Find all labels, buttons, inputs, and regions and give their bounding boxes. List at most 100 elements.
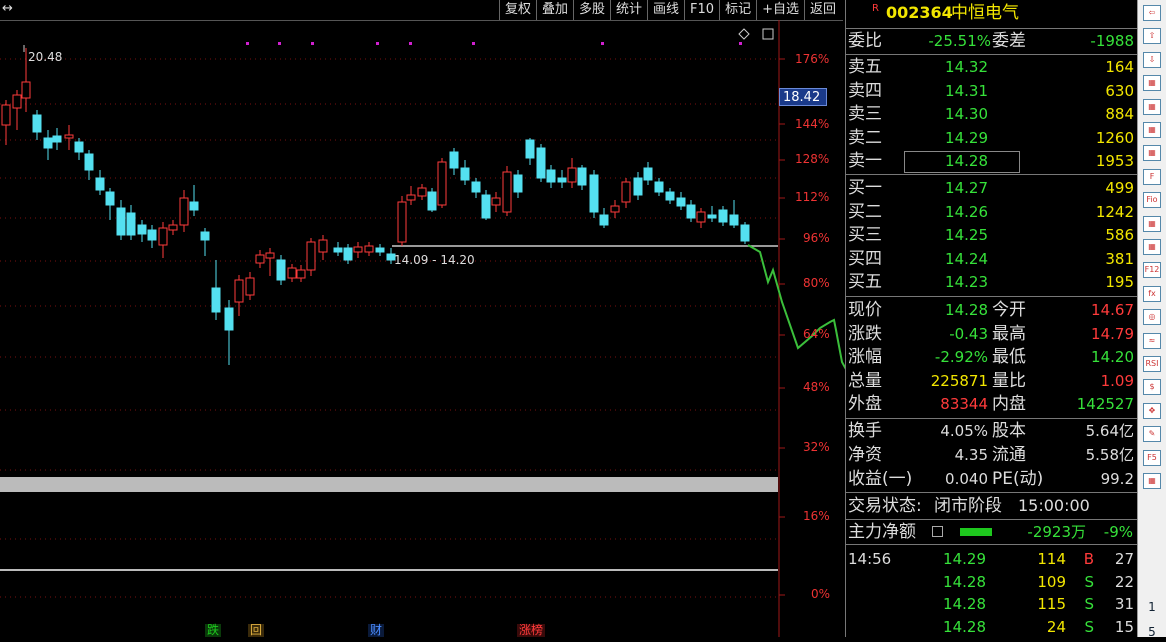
candle-icon[interactable]: ▦ bbox=[1141, 142, 1163, 162]
mark-button[interactable]: 标记 bbox=[719, 0, 756, 20]
move-icon[interactable]: ✥ bbox=[1141, 400, 1163, 420]
candle-down bbox=[740, 224, 750, 242]
stock-code: 002364 bbox=[886, 3, 953, 22]
stats-row: 外盘 83344 内盘 142527 bbox=[846, 393, 1138, 415]
stat-value: 14.28 bbox=[945, 301, 988, 319]
event-tag-back[interactable]: 回 bbox=[248, 624, 265, 637]
draw-line-button[interactable]: 画线 bbox=[647, 0, 684, 20]
event-tag-rise-list[interactable]: 涨榜 bbox=[517, 624, 546, 637]
status-label: 交易状态: bbox=[848, 496, 922, 516]
buy-level-volume: 499 bbox=[1105, 179, 1134, 197]
rsi-icon[interactable]: RSI bbox=[1141, 353, 1163, 373]
overlay-button[interactable]: 叠加 bbox=[535, 0, 573, 20]
formula-icon[interactable]: fx bbox=[1141, 283, 1163, 303]
stat-label: 现价 bbox=[848, 300, 882, 320]
f10-button[interactable]: F10 bbox=[684, 0, 719, 20]
flow-detail-icon[interactable] bbox=[932, 526, 943, 537]
candle-up bbox=[437, 161, 447, 206]
event-tag-finance[interactable]: 财 bbox=[368, 624, 385, 637]
candle-down bbox=[74, 141, 84, 153]
buy-level-label: 买五 bbox=[848, 272, 882, 293]
statistics-button[interactable]: 统计 bbox=[610, 0, 647, 20]
stats-row: 现价 14.28 今开 14.67 bbox=[846, 299, 1138, 321]
chart-toolbar-buttons: 复权 叠加 多股 统计 画线 F10 标记 +自选 返回 bbox=[498, 0, 841, 20]
f10-doc-icon[interactable]: F bbox=[1141, 166, 1163, 186]
arrow-down-icon[interactable]: ⇩ bbox=[1141, 49, 1163, 69]
f12-icon[interactable]: F12 bbox=[1141, 259, 1163, 279]
line-chart-icon[interactable]: ▦ bbox=[1141, 119, 1163, 139]
candle-up bbox=[158, 227, 168, 246]
target-icon[interactable]: ◎ bbox=[1141, 306, 1163, 326]
last-price-tag: 18.42 bbox=[779, 88, 827, 106]
tick-time: 14:56 bbox=[848, 550, 892, 568]
fund-label: 收益(一) bbox=[848, 469, 913, 489]
tick-count: 31 bbox=[1114, 595, 1134, 613]
doc-icon[interactable]: ▦ bbox=[1141, 236, 1163, 256]
wave-icon[interactable]: ≈ bbox=[1141, 330, 1163, 350]
tick-price: 14.28 bbox=[943, 617, 986, 636]
tick-price: 14.28 bbox=[943, 595, 986, 613]
divider bbox=[846, 418, 1138, 419]
divider bbox=[846, 492, 1138, 493]
candle-down bbox=[665, 191, 675, 201]
note-icon[interactable]: ▦ bbox=[1141, 213, 1163, 233]
stats-row: 涨幅 -2.92% 最低 14.20 bbox=[846, 346, 1138, 368]
f10-doc-icon-glyph: F bbox=[1143, 168, 1161, 185]
candle-up bbox=[502, 171, 512, 213]
list-icon-glyph: ▦ bbox=[1143, 75, 1161, 92]
candle-down bbox=[471, 181, 481, 193]
event-tag-down[interactable]: 跌 bbox=[205, 624, 222, 637]
pencil-icon[interactable]: ✎ bbox=[1141, 423, 1163, 443]
weibi-value: -25.51% bbox=[928, 32, 991, 50]
stat-label: 最高 bbox=[992, 323, 1026, 344]
kline-chart-panel[interactable]: ↔ 复权 叠加 多股 统计 画线 F10 标记 +自选 返回 20.48 14.… bbox=[0, 0, 845, 637]
divider bbox=[846, 54, 1138, 55]
tick-price: 14.28 bbox=[943, 572, 986, 591]
arrow-up-icon[interactable]: ⇧ bbox=[1141, 25, 1163, 45]
pencil-icon-glyph: ✎ bbox=[1143, 426, 1161, 443]
f12-icon-glyph: F12 bbox=[1143, 262, 1161, 279]
buy-level-price: 14.24 bbox=[945, 249, 988, 268]
doc-icon-glyph: ▦ bbox=[1143, 239, 1161, 255]
multi-stock-button[interactable]: 多股 bbox=[572, 0, 610, 20]
candle-down bbox=[577, 167, 587, 186]
r-flag: R bbox=[872, 3, 879, 14]
restore-rights-button[interactable]: 复权 bbox=[498, 0, 536, 20]
tick-count: 22 bbox=[1114, 572, 1134, 591]
range-label: 14.09 - 14.20 bbox=[394, 253, 475, 267]
sell-level-volume: 1953 bbox=[1095, 152, 1134, 171]
order-book-row: 买四 14.24 381 bbox=[846, 248, 1138, 270]
nav-arrow-icon[interactable]: ↔ bbox=[2, 1, 13, 16]
fio-icon-glyph: Fio bbox=[1143, 192, 1161, 209]
tick-side: S bbox=[1084, 617, 1094, 636]
pct-tick: 144% bbox=[795, 117, 830, 131]
fund-value: 0.040 bbox=[945, 470, 988, 488]
candle-down bbox=[224, 307, 234, 331]
f5-icon[interactable]: F5 bbox=[1141, 447, 1163, 467]
candle-up bbox=[491, 197, 501, 206]
add-watchlist-button[interactable]: +自选 bbox=[756, 0, 804, 20]
fio-icon[interactable]: Fio bbox=[1141, 189, 1163, 209]
fund-value: 5.58亿 bbox=[1085, 446, 1134, 464]
back-button[interactable]: 返回 bbox=[803, 0, 841, 20]
stat-label: 外盘 bbox=[848, 394, 882, 415]
candle-up bbox=[353, 246, 363, 253]
candle-up bbox=[621, 181, 631, 203]
candle-down bbox=[375, 247, 385, 253]
tick-volume: 114 bbox=[1037, 550, 1066, 568]
list-icon[interactable]: ▦ bbox=[1141, 72, 1163, 92]
window-icon bbox=[762, 28, 774, 40]
page-number-1: 1 bbox=[1148, 600, 1156, 614]
candle-up bbox=[287, 267, 297, 279]
candle-down bbox=[633, 177, 643, 196]
grid-icon[interactable]: ▦ bbox=[1141, 96, 1163, 116]
candle-up bbox=[64, 134, 74, 139]
stat-value: -2.92% bbox=[934, 348, 988, 367]
event-dot bbox=[376, 42, 379, 45]
dollar-icon[interactable]: $ bbox=[1141, 376, 1163, 396]
candle-up bbox=[397, 201, 407, 243]
order-book-row: 卖五 14.32 164 bbox=[846, 56, 1138, 78]
arrow-left-icon[interactable]: ⇦ bbox=[1141, 2, 1163, 22]
refresh-icon[interactable]: ▦ bbox=[1141, 470, 1163, 490]
status-value: 闭市阶段 bbox=[934, 496, 1002, 516]
